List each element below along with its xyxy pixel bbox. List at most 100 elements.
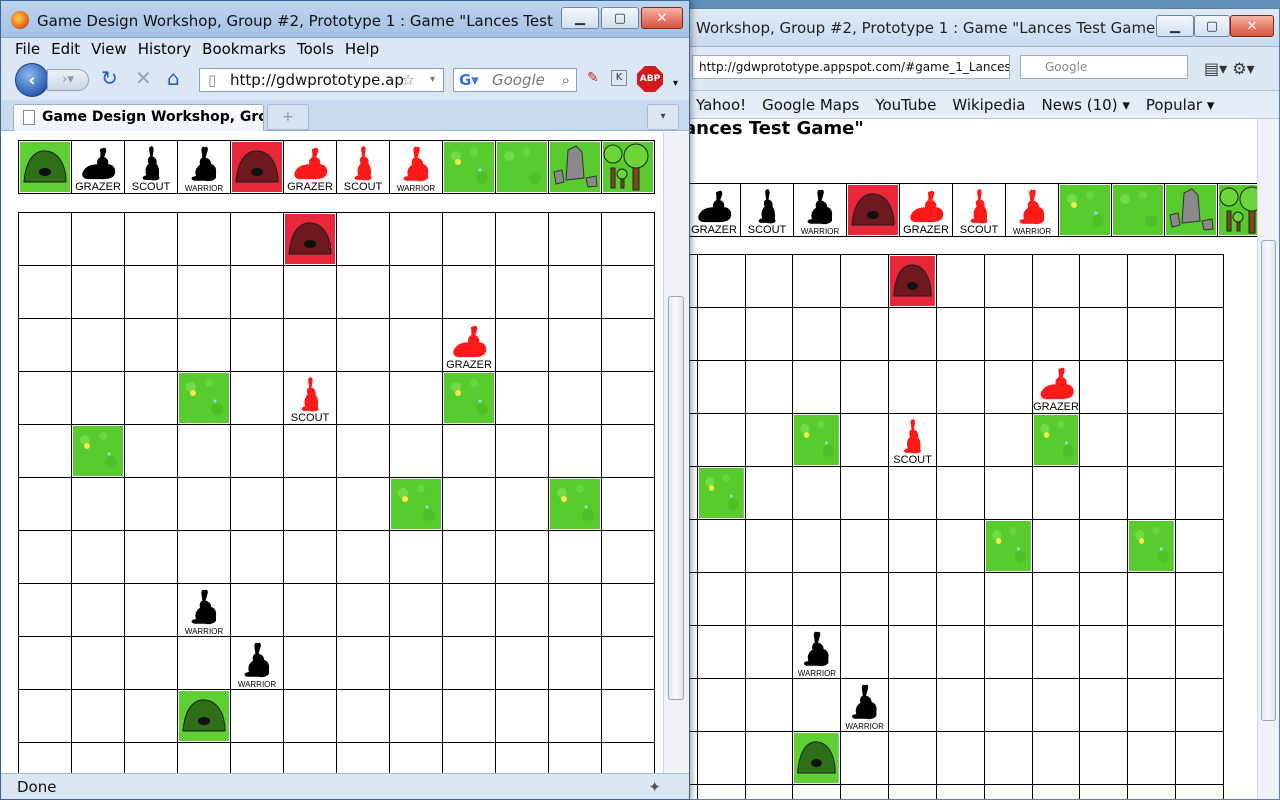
board-cell[interactable]: [744, 254, 794, 308]
board-cell[interactable]: [1175, 731, 1224, 785]
board-cell[interactable]: [336, 583, 390, 637]
board-cell[interactable]: [230, 318, 284, 372]
board-cell[interactable]: [840, 625, 890, 679]
board-cell[interactable]: [696, 360, 746, 414]
board-cell[interactable]: [442, 424, 496, 478]
board-cell[interactable]: GRAZER: [1031, 360, 1081, 414]
palette-item-trees[interactable]: [601, 140, 655, 194]
board-cell[interactable]: [1175, 678, 1224, 732]
board-cell[interactable]: [389, 583, 443, 637]
board-cell[interactable]: [601, 265, 655, 319]
board-cell[interactable]: [495, 265, 549, 319]
board-cell[interactable]: [495, 530, 549, 584]
board-cell[interactable]: [935, 466, 985, 520]
board-cell[interactable]: [1175, 413, 1224, 467]
board-piece-grass[interactable]: [1033, 415, 1079, 465]
palette-item-rabbit-red-scout[interactable]: SCOUT: [336, 140, 390, 194]
board-cell[interactable]: [792, 254, 842, 308]
board-cell[interactable]: [983, 466, 1033, 520]
board-cell[interactable]: [1175, 466, 1224, 520]
palette-item-den-red[interactable]: [230, 140, 284, 194]
board-cell[interactable]: [495, 371, 549, 425]
board-cell[interactable]: [495, 318, 549, 372]
board-cell[interactable]: [1127, 731, 1177, 785]
board-cell[interactable]: SCOUT: [283, 371, 337, 425]
board-cell[interactable]: [696, 625, 746, 679]
board-cell[interactable]: [1031, 466, 1081, 520]
board-cell[interactable]: [983, 519, 1033, 573]
board-cell[interactable]: [71, 742, 125, 773]
board-cell[interactable]: [1031, 413, 1081, 467]
board-cell[interactable]: [601, 689, 655, 743]
board-cell[interactable]: [744, 731, 794, 785]
board-cell[interactable]: [601, 742, 655, 773]
board-cell[interactable]: [230, 477, 284, 531]
board-cell[interactable]: [336, 636, 390, 690]
board-cell[interactable]: [548, 371, 602, 425]
palette-item-rabbit-red-warrior[interactable]: WARRIOR: [1005, 183, 1059, 237]
board-cell[interactable]: [601, 477, 655, 531]
board-cell[interactable]: [18, 212, 72, 266]
board-cell[interactable]: [983, 572, 1033, 626]
board-cell[interactable]: [1127, 254, 1177, 308]
board-cell[interactable]: [1127, 572, 1177, 626]
board-cell[interactable]: [601, 212, 655, 266]
board-cell[interactable]: [601, 636, 655, 690]
board-cell[interactable]: [336, 212, 390, 266]
board-cell[interactable]: [442, 212, 496, 266]
board-cell[interactable]: [1031, 625, 1081, 679]
board-piece-den-green[interactable]: [179, 691, 229, 741]
palette-item-rabbit-black-scout[interactable]: SCOUT: [740, 183, 794, 237]
board-cell[interactable]: [696, 413, 746, 467]
board-cell[interactable]: [389, 636, 443, 690]
board-cell[interactable]: [389, 371, 443, 425]
board-cell[interactable]: [935, 731, 985, 785]
board-cell[interactable]: [840, 784, 890, 799]
board-cell[interactable]: [336, 371, 390, 425]
board-cell[interactable]: [1175, 572, 1224, 626]
board-cell[interactable]: [1031, 307, 1081, 361]
board-cell[interactable]: [888, 625, 937, 679]
board-cell[interactable]: [1175, 307, 1224, 361]
back-url-field[interactable]: http://gdwprototype.appspot.com/#game_1_…: [692, 55, 1010, 79]
google-engine-icon[interactable]: G▾: [459, 69, 479, 91]
board-cell[interactable]: [495, 583, 549, 637]
board-cell[interactable]: [283, 636, 337, 690]
board-cell[interactable]: [336, 477, 390, 531]
board-cell[interactable]: [283, 424, 337, 478]
menu-item-bookmarks[interactable]: Bookmarks: [202, 40, 286, 58]
board-cell[interactable]: [935, 360, 985, 414]
board-cell[interactable]: [177, 424, 231, 478]
star-icon[interactable]: ☆: [402, 69, 415, 91]
board-cell[interactable]: [18, 265, 72, 319]
board-cell[interactable]: [983, 625, 1033, 679]
board-cell[interactable]: [1127, 678, 1177, 732]
board-cell[interactable]: [935, 784, 985, 799]
board-piece-grass[interactable]: [179, 373, 229, 423]
board-cell[interactable]: [601, 318, 655, 372]
board-cell[interactable]: [18, 318, 72, 372]
reload-icon[interactable]: ↻: [101, 68, 118, 88]
board-cell[interactable]: [696, 678, 746, 732]
addon-k-icon[interactable]: K: [611, 70, 627, 86]
board-cell[interactable]: [442, 477, 496, 531]
board-cell[interactable]: [177, 530, 231, 584]
board-cell[interactable]: [283, 212, 337, 266]
board-cell[interactable]: [548, 318, 602, 372]
board-cell[interactable]: [71, 371, 125, 425]
board-cell[interactable]: [389, 424, 443, 478]
board-cell[interactable]: [18, 689, 72, 743]
board-cell[interactable]: [389, 318, 443, 372]
board-cell[interactable]: [792, 572, 842, 626]
new-tab-button[interactable]: +: [267, 104, 309, 130]
board-cell[interactable]: [1079, 572, 1129, 626]
board-cell[interactable]: [124, 424, 178, 478]
board-cell[interactable]: [442, 530, 496, 584]
board-cell[interactable]: [442, 689, 496, 743]
board-cell[interactable]: [696, 784, 746, 799]
board-cell[interactable]: [744, 413, 794, 467]
board-cell[interactable]: [840, 254, 890, 308]
board-piece-grass[interactable]: [794, 415, 840, 465]
board-piece-grass[interactable]: [698, 468, 744, 518]
board-cell[interactable]: [71, 212, 125, 266]
